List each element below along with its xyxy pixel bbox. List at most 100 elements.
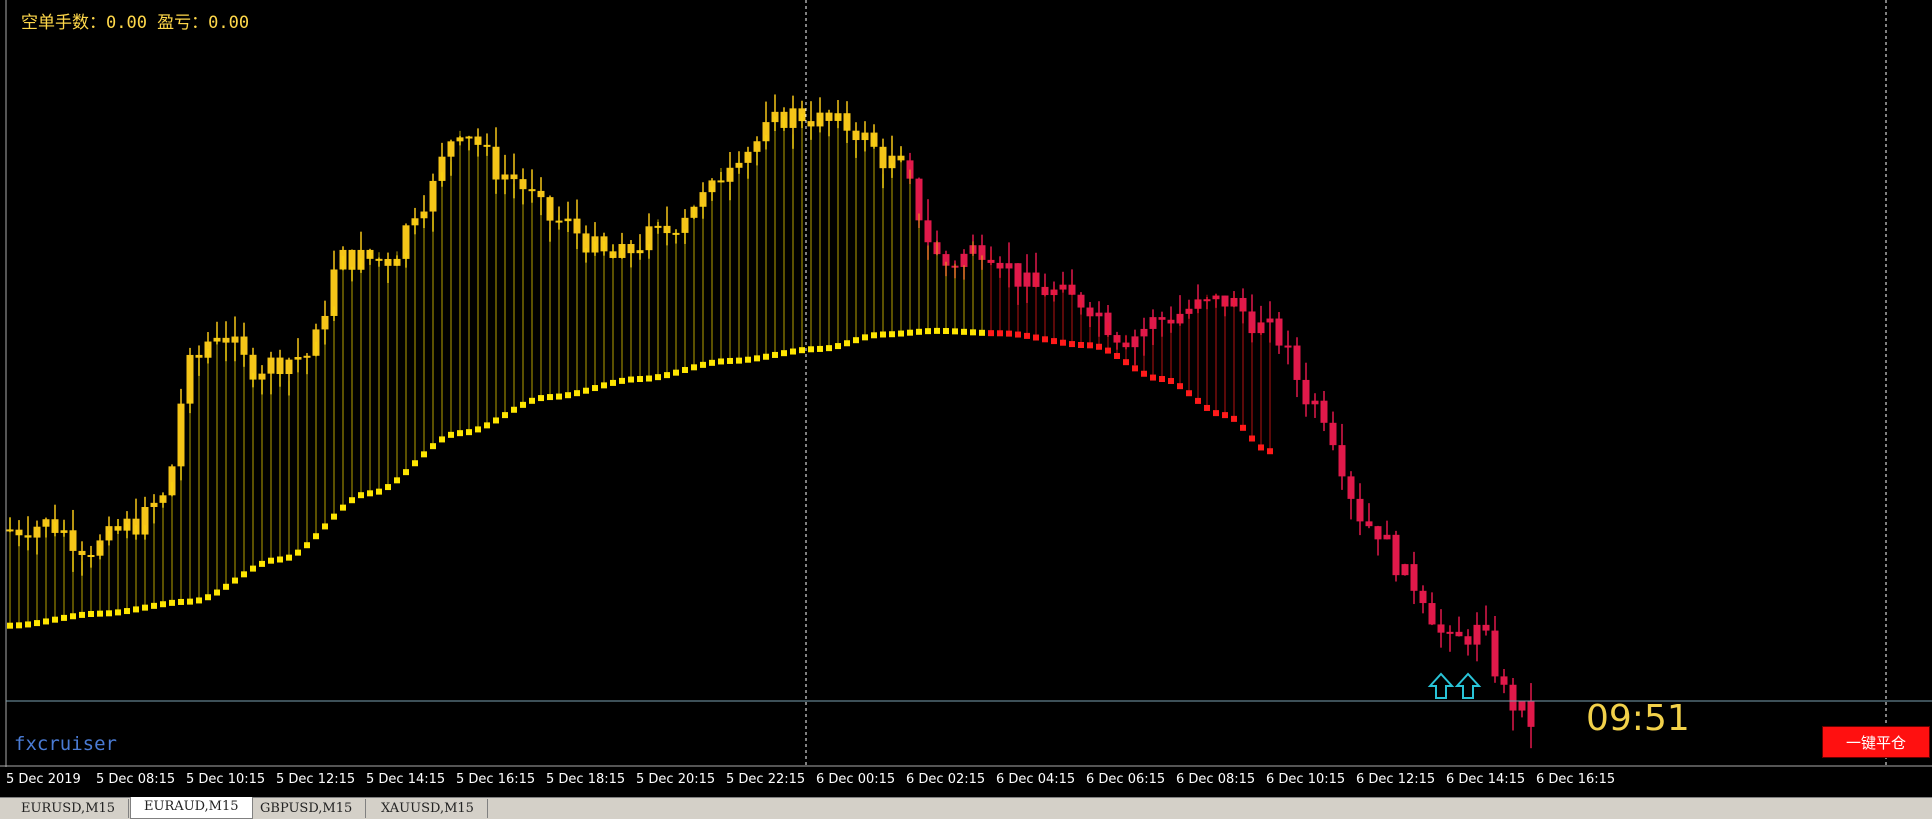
candle-body bbox=[231, 336, 239, 343]
time-axis-label: 5 Dec 22:15 bbox=[726, 772, 806, 787]
time-axis-label: 6 Dec 06:15 bbox=[1086, 772, 1166, 787]
candle-body bbox=[1410, 564, 1418, 591]
candle-body bbox=[843, 113, 851, 131]
time-axis-label: 5 Dec 2019 bbox=[6, 772, 81, 787]
time-axis-label: 6 Dec 04:15 bbox=[996, 772, 1076, 787]
candle-body bbox=[1302, 379, 1310, 405]
candle-body bbox=[33, 526, 41, 538]
candle-body bbox=[1383, 534, 1391, 540]
candle-body bbox=[501, 174, 509, 180]
candle-body bbox=[384, 258, 392, 266]
candle-body bbox=[492, 146, 500, 180]
up-arrow-icon bbox=[1427, 672, 1455, 699]
candle-body bbox=[1293, 345, 1301, 380]
candle-body bbox=[1365, 521, 1373, 527]
candle-body bbox=[960, 253, 968, 267]
candle-body bbox=[1500, 676, 1508, 685]
candle-body bbox=[447, 141, 455, 157]
candle-body bbox=[258, 373, 266, 380]
time-axis-label: 5 Dec 16:15 bbox=[456, 772, 536, 787]
short-position-stats: 空单手数：0.00 盈亏：0.00 bbox=[21, 13, 250, 33]
candle-body bbox=[1158, 317, 1166, 320]
candle-body bbox=[1419, 590, 1427, 604]
time-axis-label: 6 Dec 14:15 bbox=[1446, 772, 1526, 787]
time-axis-label: 5 Dec 18:15 bbox=[546, 772, 626, 787]
candle-body bbox=[276, 357, 284, 375]
chart-tab-xauusd[interactable]: XAUUSD,M15 bbox=[368, 799, 488, 818]
time-axis-label: 6 Dec 02:15 bbox=[906, 772, 986, 787]
candle-body bbox=[1473, 624, 1481, 645]
candle-body bbox=[537, 190, 545, 198]
candle-body bbox=[726, 167, 734, 182]
candle-body bbox=[744, 151, 752, 163]
candle-body bbox=[69, 530, 77, 551]
candle-body bbox=[429, 180, 437, 212]
candle-body bbox=[150, 502, 158, 508]
time-axis-label: 5 Dec 20:15 bbox=[636, 772, 716, 787]
time-axis: 5 Dec 2019 5 Dec 08:15 5 Dec 10:15 5 Dec 12… bbox=[0, 767, 1932, 797]
candle-body bbox=[1140, 328, 1148, 337]
candle-body bbox=[825, 112, 833, 121]
candle-body bbox=[573, 218, 581, 234]
time-axis-label: 5 Dec 12:15 bbox=[276, 772, 356, 787]
candle-body bbox=[1095, 312, 1103, 317]
candle-body bbox=[519, 179, 527, 190]
time-axis-label: 6 Dec 16:15 bbox=[1536, 772, 1616, 787]
candle-body bbox=[924, 220, 932, 243]
candle-body bbox=[1518, 701, 1526, 711]
candle-body bbox=[1374, 526, 1382, 540]
close-all-button[interactable]: 一键平仓 bbox=[1822, 726, 1930, 758]
time-axis-label: 6 Dec 08:15 bbox=[1176, 772, 1256, 787]
candle-body bbox=[1014, 263, 1022, 287]
time-axis-label: 6 Dec 10:15 bbox=[1266, 772, 1346, 787]
time-axis-label: 6 Dec 00:15 bbox=[816, 772, 896, 787]
candle-body bbox=[789, 108, 797, 128]
candle-body bbox=[1131, 336, 1139, 348]
candle-body bbox=[1320, 400, 1328, 423]
candle-body bbox=[1527, 701, 1535, 727]
candle-body bbox=[1311, 400, 1319, 405]
candle-body bbox=[1446, 631, 1454, 634]
chart-tab-bar: EURUSD,M15 EURAUD,M15 GBPUSD,M15 XAUUSD,M15 bbox=[0, 797, 1932, 819]
candle-body bbox=[1356, 498, 1364, 522]
candle-body bbox=[1482, 624, 1490, 631]
candle-body bbox=[627, 244, 635, 254]
candle-body bbox=[321, 315, 329, 330]
chart-tab-euraud[interactable]: EURAUD,M15 bbox=[130, 797, 253, 819]
candle-body bbox=[195, 354, 203, 358]
candle-body bbox=[1005, 263, 1013, 269]
candle-body bbox=[1437, 624, 1445, 633]
time-axis-label: 5 Dec 14:15 bbox=[366, 772, 446, 787]
time-axis-label: 6 Dec 12:15 bbox=[1356, 772, 1436, 787]
candle-body bbox=[177, 403, 185, 467]
candle-body bbox=[186, 354, 194, 404]
candle-body bbox=[1023, 272, 1031, 287]
candle-body bbox=[1284, 345, 1292, 348]
candle-body bbox=[285, 359, 293, 375]
bar-countdown-timer: 09:51 bbox=[1586, 698, 1690, 739]
candle-body bbox=[546, 197, 554, 221]
candle-body bbox=[303, 355, 311, 358]
candle-body bbox=[852, 130, 860, 141]
candle-body bbox=[1329, 422, 1337, 446]
candle-body bbox=[1464, 636, 1472, 645]
time-axis-label: 5 Dec 10:15 bbox=[186, 772, 266, 787]
candle-body bbox=[879, 146, 887, 169]
candle-body bbox=[1491, 630, 1499, 677]
candle-body bbox=[1338, 445, 1346, 477]
candle-body bbox=[1266, 318, 1274, 323]
up-arrow-icon bbox=[1454, 672, 1482, 699]
chart-tab-gbpusd[interactable]: GBPUSD,M15 bbox=[247, 799, 367, 818]
price-chart[interactable]: 空单手数：0.00 盈亏：0.00 fxcruiser 09:51 一键平仓 bbox=[0, 0, 1932, 767]
candle-body bbox=[1428, 603, 1436, 625]
candle-body bbox=[1401, 564, 1409, 576]
candle-body bbox=[267, 357, 275, 374]
candle-body bbox=[1509, 684, 1517, 711]
chart-tab-eurusd[interactable]: EURUSD,M15 bbox=[8, 799, 130, 818]
candle-body bbox=[1455, 631, 1463, 637]
candle-body bbox=[1149, 317, 1157, 329]
candle-body bbox=[348, 249, 356, 270]
candle-body bbox=[1275, 318, 1283, 346]
candle-body bbox=[240, 336, 248, 355]
chart-canvas bbox=[0, 0, 1932, 767]
